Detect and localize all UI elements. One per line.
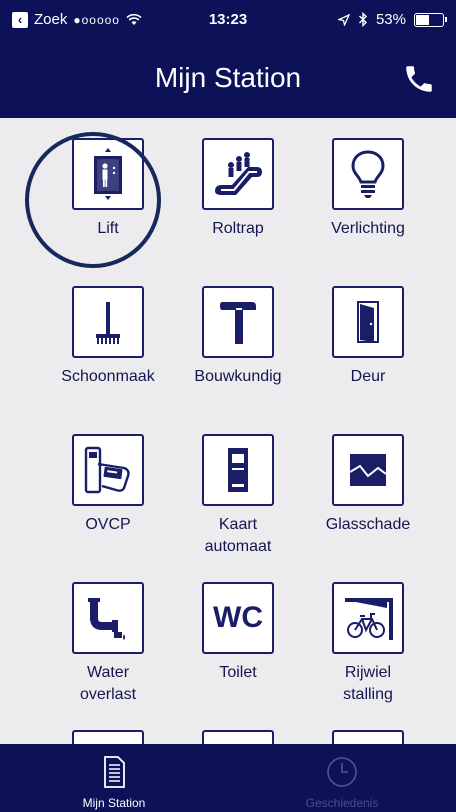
tile-box[interactable] bbox=[332, 434, 404, 506]
tile-rijwielstalling[interactable]: Rijwiel stalling bbox=[298, 582, 438, 706]
lightbulb-icon bbox=[351, 150, 385, 198]
tile-glasschade[interactable]: Glasschade bbox=[298, 434, 438, 536]
tab-geschiedenis[interactable]: Geschiedenis bbox=[228, 744, 456, 812]
tile-label: Bouwkundig bbox=[194, 368, 282, 385]
tile-toilet[interactable]: WC Toilet bbox=[168, 582, 308, 684]
tile-label: OVCP bbox=[85, 516, 131, 533]
tile-label: Verlichting bbox=[331, 220, 405, 237]
document-icon bbox=[104, 756, 125, 788]
tile-label: Roltrap bbox=[212, 220, 264, 237]
tile-box[interactable]: WC bbox=[202, 582, 274, 654]
tile-water-overlast[interactable]: Water overlast bbox=[38, 582, 178, 706]
leaking-pipe-icon bbox=[88, 598, 125, 640]
tile-label: Water overlast bbox=[79, 664, 137, 703]
tile-box[interactable] bbox=[332, 138, 404, 210]
page-title: Mijn Station bbox=[154, 62, 302, 93]
elevator-icon bbox=[94, 148, 122, 200]
tile-partial[interactable] bbox=[168, 730, 308, 744]
door-icon bbox=[357, 301, 379, 343]
status-right: 53% bbox=[337, 11, 447, 28]
card-reader-icon bbox=[84, 446, 130, 494]
tile-box[interactable] bbox=[202, 730, 274, 744]
tile-verlichting[interactable]: Verlichting bbox=[298, 138, 438, 240]
bicycle-shed-icon bbox=[345, 598, 393, 640]
wc-icon: WC bbox=[213, 601, 263, 634]
phone-icon[interactable] bbox=[402, 62, 436, 96]
tab-label: Geschiedenis bbox=[305, 796, 379, 810]
tab-mijn-station[interactable]: Mijn Station bbox=[0, 744, 228, 812]
tile-box[interactable] bbox=[202, 434, 274, 506]
tile-box[interactable] bbox=[332, 582, 404, 654]
tile-ovcp[interactable]: OVCP bbox=[38, 434, 178, 536]
tile-box[interactable] bbox=[72, 434, 144, 506]
tile-label: Kaart automaat bbox=[204, 516, 272, 555]
tile-box[interactable] bbox=[72, 730, 144, 744]
tile-bouwkundig[interactable]: Bouwkundig bbox=[168, 286, 308, 388]
tab-label: Mijn Station bbox=[82, 796, 146, 810]
tile-kaartautomaat[interactable]: Kaart automaat bbox=[168, 434, 308, 558]
escalator-icon bbox=[215, 152, 262, 195]
status-bar: ‹ Zoek ●ooooo 13:23 53% bbox=[0, 0, 456, 40]
category-grid: Lift Roltrap Verlichting Schoonmaak Bouw… bbox=[0, 118, 456, 744]
tile-label: Glasschade bbox=[325, 516, 411, 533]
tile-roltrap[interactable]: Roltrap bbox=[168, 138, 308, 240]
tile-box[interactable] bbox=[332, 730, 404, 744]
tile-deur[interactable]: Deur bbox=[298, 286, 438, 388]
battery-icon bbox=[414, 12, 447, 27]
tile-box[interactable] bbox=[72, 286, 144, 358]
tile-label: Schoonmaak bbox=[61, 368, 155, 385]
tile-box[interactable] bbox=[202, 286, 274, 358]
tile-lift[interactable]: Lift bbox=[38, 138, 178, 240]
clock-icon bbox=[327, 757, 357, 787]
tile-label: Lift bbox=[97, 220, 119, 237]
location-arrow-icon bbox=[337, 13, 350, 26]
bluetooth-icon bbox=[358, 12, 367, 27]
broom-icon bbox=[96, 302, 120, 344]
battery-percent: 53% bbox=[375, 11, 406, 28]
tile-label: Rijwiel stalling bbox=[343, 664, 393, 703]
tile-schoonmaak[interactable]: Schoonmaak bbox=[38, 286, 178, 388]
tile-box[interactable] bbox=[332, 286, 404, 358]
tab-bar: Mijn Station Geschiedenis bbox=[0, 744, 456, 812]
tile-partial[interactable] bbox=[38, 730, 178, 744]
tile-box[interactable] bbox=[72, 582, 144, 654]
hammer-icon bbox=[220, 302, 256, 344]
tile-box[interactable] bbox=[202, 138, 274, 210]
nav-bar: Mijn Station bbox=[0, 40, 456, 118]
ticket-machine-icon bbox=[228, 448, 248, 492]
broken-glass-icon bbox=[349, 454, 387, 486]
tile-label: Toilet bbox=[219, 664, 257, 681]
tile-box[interactable] bbox=[72, 138, 144, 210]
tile-partial[interactable] bbox=[298, 730, 438, 744]
tile-label: Deur bbox=[350, 368, 386, 385]
